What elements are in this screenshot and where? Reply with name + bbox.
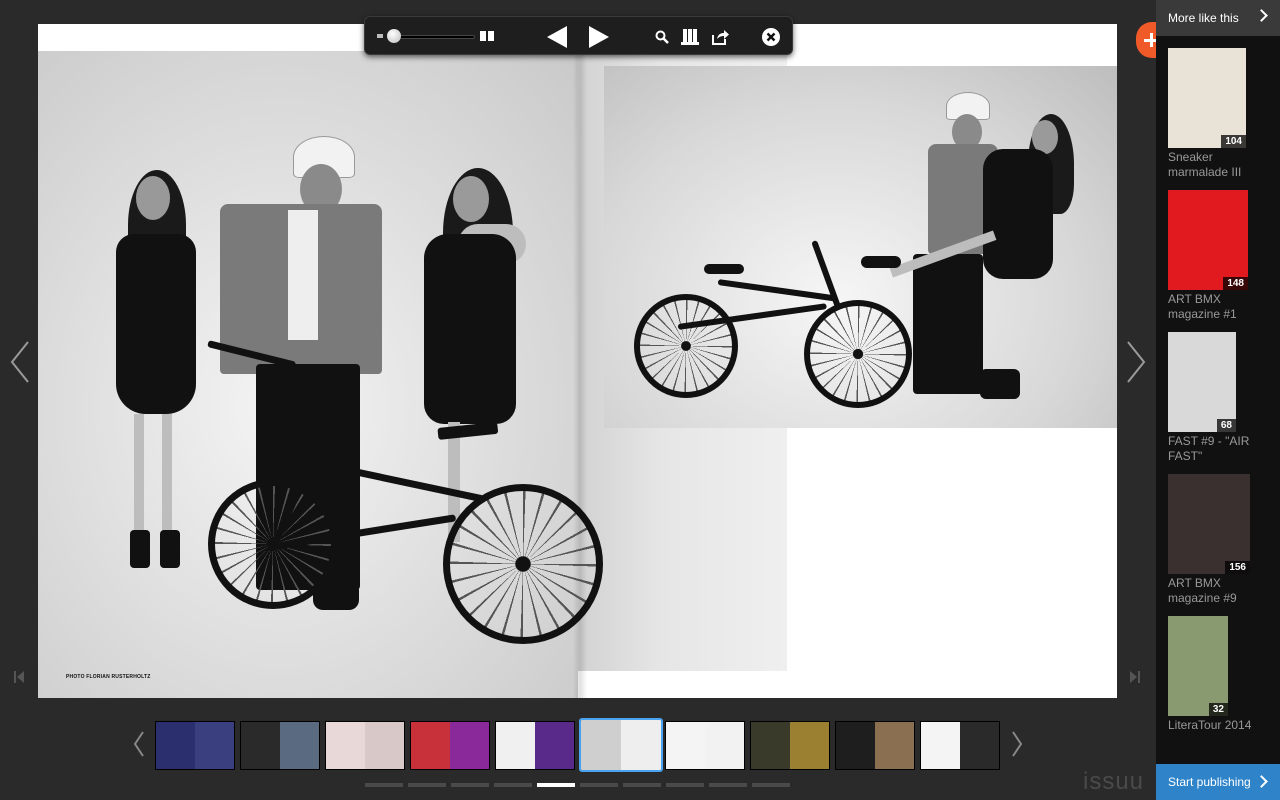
publication-title[interactable]: ART BMX magazine #1 bbox=[1168, 292, 1268, 322]
page-thumbnail[interactable] bbox=[665, 721, 745, 770]
zoom-out-icon[interactable] bbox=[377, 34, 383, 38]
thumbnail-right-page bbox=[365, 722, 404, 769]
publication-cover[interactable]: 32 bbox=[1168, 616, 1228, 716]
previous-page-icon[interactable] bbox=[545, 25, 569, 49]
library-icon[interactable] bbox=[679, 27, 701, 47]
recommendation-item[interactable]: 68 FAST #9 - "AIR FAST" bbox=[1168, 332, 1268, 464]
search-icon[interactable] bbox=[653, 28, 671, 46]
page-indicator-dot[interactable] bbox=[494, 783, 532, 787]
thumbnail-right-page bbox=[450, 722, 489, 769]
page-indicator-dot[interactable] bbox=[408, 783, 446, 787]
thumbnail-left-page bbox=[921, 722, 960, 769]
page-indicator-dot[interactable] bbox=[580, 783, 618, 787]
page-thumbnail[interactable] bbox=[410, 721, 490, 770]
thumbnail-right-page bbox=[195, 722, 234, 769]
page-indicator-dot[interactable] bbox=[623, 783, 661, 787]
share-icon[interactable] bbox=[709, 27, 731, 47]
page-thumbnail[interactable] bbox=[155, 721, 235, 770]
thumbnail-right-page bbox=[621, 720, 661, 770]
page-count-badge: 156 bbox=[1225, 561, 1250, 574]
thumbnail-right-page bbox=[705, 722, 744, 769]
thumbnail-right-page bbox=[790, 722, 829, 769]
thumbnail-left-page bbox=[326, 722, 365, 769]
two-page-view-icon[interactable] bbox=[479, 29, 495, 43]
chevron-right-icon bbox=[1255, 775, 1268, 788]
page-indicator-dot[interactable] bbox=[752, 783, 790, 787]
thumbnail-left-page bbox=[156, 722, 195, 769]
thumbnail-right-page bbox=[960, 722, 999, 769]
page-thumbnail[interactable] bbox=[240, 721, 320, 770]
publication-cover[interactable]: 104 bbox=[1168, 48, 1246, 148]
next-page-icon[interactable] bbox=[587, 25, 611, 49]
page-indicator-dot[interactable] bbox=[365, 783, 403, 787]
page-count-badge: 68 bbox=[1216, 419, 1236, 432]
page-indicator-dot[interactable] bbox=[709, 783, 747, 787]
page-thumbnail[interactable] bbox=[325, 721, 405, 770]
page-count-badge: 32 bbox=[1208, 703, 1228, 716]
publication-title[interactable]: ART BMX magazine #9 bbox=[1168, 576, 1268, 606]
start-publishing-button[interactable]: Start publishing bbox=[1156, 764, 1280, 800]
page-thumbnail[interactable] bbox=[835, 721, 915, 770]
page-count-badge: 148 bbox=[1223, 277, 1248, 290]
recommendation-item[interactable]: 32 LiteraTour 2014 bbox=[1168, 616, 1268, 733]
thumbnail-left-page bbox=[581, 720, 621, 770]
reader-toolbar bbox=[364, 16, 793, 55]
last-page-icon[interactable] bbox=[1130, 670, 1140, 683]
thumbnail-left-page bbox=[496, 722, 535, 769]
page-indicator-dot[interactable] bbox=[451, 783, 489, 787]
magazine-spread[interactable]: PHOTO FLORIAN RUSTERHOLTZ bbox=[38, 24, 1117, 698]
close-icon[interactable] bbox=[761, 27, 781, 47]
page-thumbnail[interactable] bbox=[495, 721, 575, 770]
more-like-this-header[interactable]: More like this bbox=[1156, 0, 1280, 36]
page-thumbnail[interactable] bbox=[750, 721, 830, 770]
chevron-right-icon bbox=[1255, 9, 1268, 22]
thumbnails-prev-icon[interactable] bbox=[132, 730, 146, 758]
thumbnails-next-icon[interactable] bbox=[1010, 730, 1024, 758]
zoom-slider-handle[interactable] bbox=[387, 29, 401, 43]
thumbnail-left-page bbox=[241, 722, 280, 769]
thumbnail-right-page bbox=[875, 722, 914, 769]
thumbnail-left-page bbox=[751, 722, 790, 769]
more-like-this-label: More like this bbox=[1168, 11, 1239, 25]
thumbnail-left-page bbox=[411, 722, 450, 769]
issuu-logo[interactable]: issuu bbox=[1083, 768, 1144, 796]
recommendation-item[interactable]: 148 ART BMX magazine #1 bbox=[1168, 190, 1268, 322]
publication-cover[interactable]: 68 bbox=[1168, 332, 1236, 432]
recommendation-item[interactable]: 156 ART BMX magazine #9 bbox=[1168, 474, 1268, 606]
thumbnail-right-page bbox=[280, 722, 319, 769]
zoom-slider[interactable] bbox=[391, 35, 475, 39]
recommendations-sidebar: More like this 104 Sneaker marmalade III 1… bbox=[1156, 0, 1280, 800]
page-thumbnail[interactable] bbox=[579, 718, 663, 772]
publication-title[interactable]: Sneaker marmalade III bbox=[1168, 150, 1268, 180]
page-thumbnail[interactable] bbox=[920, 721, 1000, 770]
photo-credit: PHOTO FLORIAN RUSTERHOLTZ bbox=[66, 674, 151, 680]
previous-spread-arrow-icon[interactable] bbox=[8, 340, 32, 384]
publication-title[interactable]: FAST #9 - "AIR FAST" bbox=[1168, 434, 1268, 464]
publication-cover[interactable]: 148 bbox=[1168, 190, 1248, 290]
next-spread-arrow-icon[interactable] bbox=[1124, 340, 1148, 384]
page-indicator-dot[interactable] bbox=[537, 783, 575, 787]
page-count-badge: 104 bbox=[1221, 135, 1246, 148]
first-page-icon[interactable] bbox=[14, 670, 24, 683]
page-indicator-dot[interactable] bbox=[666, 783, 704, 787]
publication-cover[interactable]: 156 bbox=[1168, 474, 1250, 574]
recommendation-item[interactable]: 104 Sneaker marmalade III bbox=[1168, 48, 1268, 180]
publication-title[interactable]: LiteraTour 2014 bbox=[1168, 718, 1268, 733]
thumbnail-left-page bbox=[666, 722, 705, 769]
thumbnail-left-page bbox=[836, 722, 875, 769]
thumbnail-right-page bbox=[535, 722, 574, 769]
start-publishing-label: Start publishing bbox=[1168, 775, 1251, 789]
